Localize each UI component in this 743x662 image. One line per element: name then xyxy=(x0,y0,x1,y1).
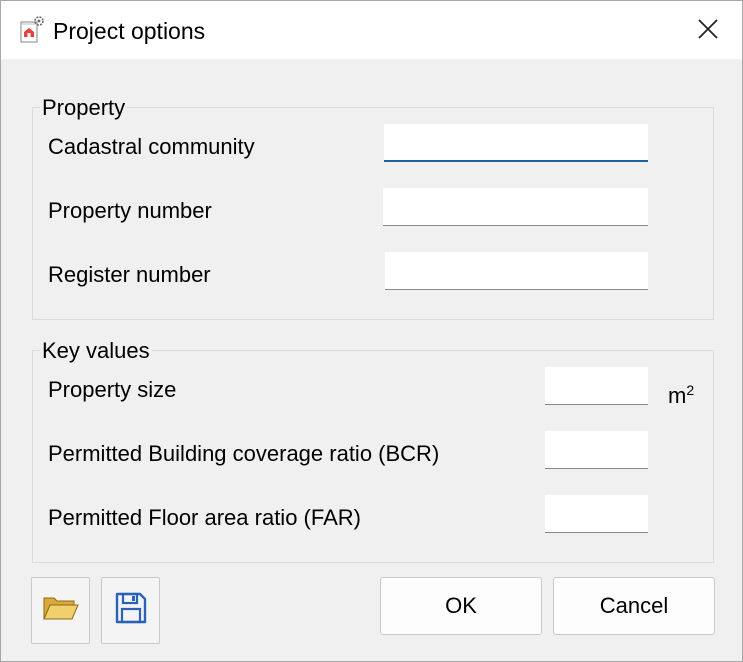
bcr-label: Permitted Building coverage ratio (BCR) xyxy=(48,441,440,466)
cadastral-community-label: Cadastral community xyxy=(48,134,255,159)
property-size-input[interactable] xyxy=(545,367,648,405)
project-settings-icon xyxy=(18,15,48,45)
key-values-group-title: Key values xyxy=(40,338,152,363)
property-size-label: Property size xyxy=(48,377,177,402)
save-project-button[interactable] xyxy=(101,577,160,644)
dialog-title: Project options xyxy=(53,18,206,44)
project-options-dialog: Project options Property Cadastral commu… xyxy=(0,0,743,662)
folder-open-icon xyxy=(42,594,80,627)
ok-button[interactable]: OK xyxy=(380,577,542,635)
far-input[interactable] xyxy=(545,495,648,533)
cancel-button[interactable]: Cancel xyxy=(553,577,715,635)
property-number-input[interactable] xyxy=(383,188,648,226)
bcr-input[interactable] xyxy=(545,431,648,469)
title-bar[interactable]: Project options xyxy=(1,1,742,59)
register-number-input[interactable] xyxy=(385,252,648,290)
floppy-disk-icon xyxy=(114,591,148,630)
open-project-button[interactable] xyxy=(31,577,90,644)
far-label: Permitted Floor area ratio (FAR) xyxy=(48,505,361,530)
property-size-unit: m2 xyxy=(668,382,695,408)
register-number-label: Register number xyxy=(48,262,211,287)
property-number-label: Property number xyxy=(48,198,212,223)
cadastral-community-input[interactable] xyxy=(384,124,648,162)
property-group-title: Property xyxy=(40,95,128,120)
close-icon xyxy=(697,18,719,45)
close-button[interactable] xyxy=(687,13,729,49)
